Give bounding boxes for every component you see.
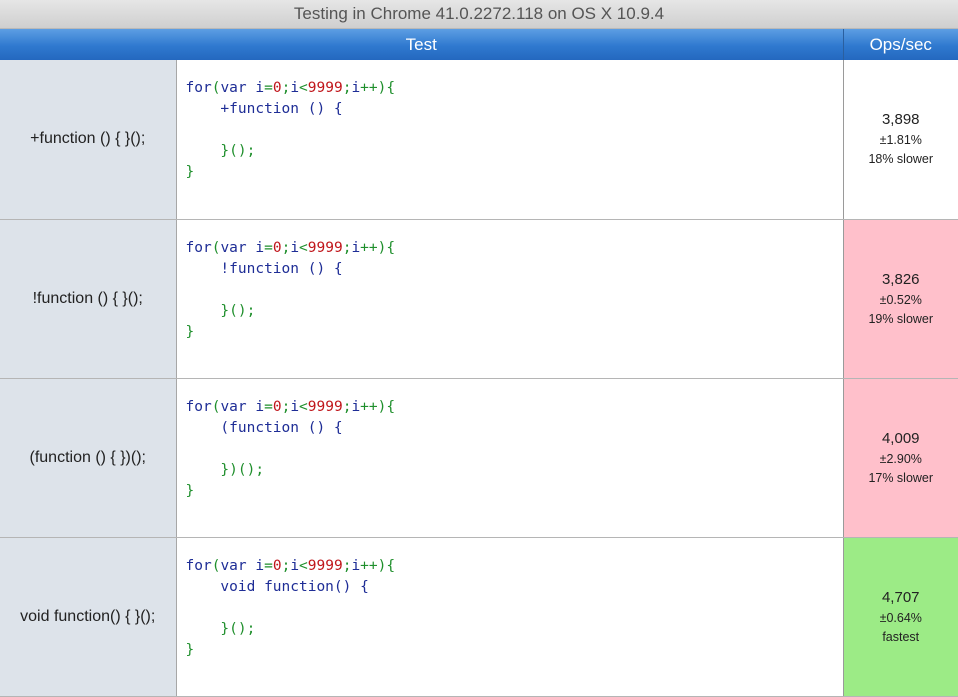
test-code: for(var i=0;i<9999;i++){ !function () { … [176, 219, 843, 378]
test-title: (function () { })(); [0, 378, 176, 537]
comparison-label: 17% slower [844, 469, 958, 488]
result-cell: 3,826 ±0.52% 19% slower [843, 219, 958, 378]
comparison-label: 18% slower [844, 150, 958, 169]
table-header-row: Test Ops/sec [0, 29, 958, 60]
test-code: for(var i=0;i<9999;i++){ void function()… [176, 537, 843, 696]
result-cell: 4,707 ±0.64% fastest [843, 537, 958, 696]
comparison-label: fastest [844, 628, 958, 647]
error-margin: ±0.64% [844, 609, 958, 628]
test-title: +function () { }(); [0, 60, 176, 219]
test-row: +function () { }(); for(var i=0;i<9999;i… [0, 60, 958, 219]
window-title: Testing in Chrome 41.0.2272.118 on OS X … [0, 0, 958, 29]
ops-value: 3,898 [844, 109, 958, 131]
ops-value: 3,826 [844, 269, 958, 291]
error-margin: ±1.81% [844, 131, 958, 150]
test-column-header: Test [0, 29, 843, 60]
test-row: (function () { })(); for(var i=0;i<9999;… [0, 378, 958, 537]
ops-value: 4,009 [844, 428, 958, 450]
test-title: void function() { }(); [0, 537, 176, 696]
error-margin: ±2.90% [844, 450, 958, 469]
code-block: for(var i=0;i<9999;i++){ (function () { … [177, 379, 843, 502]
test-row: void function() { }(); for(var i=0;i<999… [0, 537, 958, 696]
code-block: for(var i=0;i<9999;i++){ +function () { … [177, 60, 843, 183]
code-block: for(var i=0;i<9999;i++){ !function () { … [177, 220, 843, 343]
ops-value: 4,707 [844, 587, 958, 609]
ops-column-header: Ops/sec [843, 29, 958, 60]
results-table: Test Ops/sec +function () { }(); for(var… [0, 29, 958, 697]
test-title: !function () { }(); [0, 219, 176, 378]
result-cell: 3,898 ±1.81% 18% slower [843, 60, 958, 219]
test-row: !function () { }(); for(var i=0;i<9999;i… [0, 219, 958, 378]
test-code: for(var i=0;i<9999;i++){ +function () { … [176, 60, 843, 219]
result-cell: 4,009 ±2.90% 17% slower [843, 378, 958, 537]
comparison-label: 19% slower [844, 310, 958, 329]
code-block: for(var i=0;i<9999;i++){ void function()… [177, 538, 843, 661]
test-code: for(var i=0;i<9999;i++){ (function () { … [176, 378, 843, 537]
error-margin: ±0.52% [844, 291, 958, 310]
